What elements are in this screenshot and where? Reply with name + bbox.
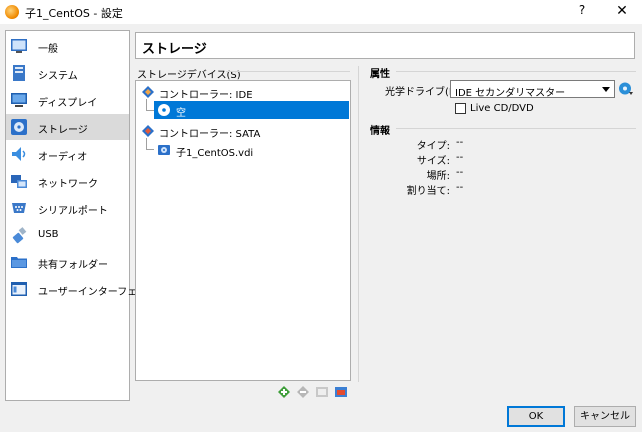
optical-drive-select[interactable]: IDE セカンダリマスター xyxy=(450,80,615,99)
hard-disk-icon xyxy=(158,145,170,155)
sidebar-item-user-interface[interactable]: ユーザーインターフェース xyxy=(6,276,157,302)
help-button[interactable]: ? xyxy=(572,3,592,21)
optical-disc-icon xyxy=(158,104,170,116)
tree-item-controller-ide[interactable]: コントローラー: IDE xyxy=(137,83,349,101)
info-size-value: -- xyxy=(456,152,464,163)
audio-icon xyxy=(12,147,26,161)
info-size-key: サイズ: xyxy=(416,156,450,167)
divider xyxy=(396,128,636,129)
add-controller-icon[interactable] xyxy=(277,385,291,399)
live-cd-checkbox[interactable] xyxy=(455,103,466,114)
tree-item-empty-optical[interactable]: 空 xyxy=(154,101,349,119)
remove-controller-icon[interactable] xyxy=(296,385,310,399)
divider xyxy=(396,71,636,72)
general-icon xyxy=(11,39,27,53)
info-location-key: 場所: xyxy=(426,171,450,182)
sidebar-item-audio[interactable]: オーディオ xyxy=(6,141,129,167)
sidebar-item-label: 一般 xyxy=(38,44,58,55)
storage-tree[interactable]: コントローラー: IDE 空 コントローラー: SATA 子1_CentOS.v… xyxy=(135,80,351,381)
info-location-value: -- xyxy=(456,167,464,178)
storage-icon xyxy=(11,119,27,135)
tree-connector xyxy=(146,149,154,150)
info-type-key: タイプ: xyxy=(416,141,450,152)
info-title: 情報 xyxy=(370,126,390,137)
divider xyxy=(226,71,350,72)
sidebar-item-display[interactable]: ディスプレイ xyxy=(6,87,129,113)
close-button[interactable]: ✕ xyxy=(612,3,632,21)
user-interface-icon xyxy=(11,282,27,296)
chevron-down-icon xyxy=(602,87,610,92)
info-type-value: -- xyxy=(456,137,464,148)
panel-divider xyxy=(358,66,359,382)
settings-sidebar: 一般 システム ディスプレイ ストレージ オーディオ ネットワーク シリアルポー… xyxy=(5,30,157,401)
tree-item-label: コントローラー: SATA xyxy=(159,129,261,140)
sidebar-item-label: ストレージ xyxy=(38,125,88,136)
sidebar-item-label: ネットワーク xyxy=(38,179,98,190)
tree-item-controller-sata[interactable]: コントローラー: SATA xyxy=(137,122,349,140)
sidebar-item-network[interactable]: ネットワーク xyxy=(6,168,129,194)
usb-icon xyxy=(12,227,27,244)
info-attached-value: -- xyxy=(456,182,464,193)
storage-devices-label: ストレージデバイス(S) xyxy=(137,70,241,81)
display-icon xyxy=(11,93,27,107)
sidebar-item-system[interactable]: システム xyxy=(6,60,129,86)
tree-connector xyxy=(146,110,154,111)
network-icon xyxy=(11,175,27,188)
choose-disk-icon[interactable] xyxy=(618,81,633,96)
serial-port-icon xyxy=(12,203,26,213)
sidebar-item-usb[interactable]: USB xyxy=(6,222,129,248)
page-header: ストレージ xyxy=(135,32,635,59)
add-attachment-icon[interactable] xyxy=(315,385,329,399)
cancel-button[interactable]: キャンセル xyxy=(574,406,636,427)
title-bar: 子1_CentOS - 設定 ? ✕ xyxy=(0,0,642,24)
remove-attachment-icon[interactable] xyxy=(334,385,348,399)
tree-item-label: コントローラー: IDE xyxy=(159,90,253,101)
system-icon xyxy=(13,65,25,81)
sata-controller-icon xyxy=(142,125,154,137)
sidebar-item-storage[interactable]: ストレージ xyxy=(6,114,129,140)
sidebar-item-label: オーディオ xyxy=(38,152,88,163)
sidebar-item-label: ディスプレイ xyxy=(38,98,98,109)
tree-item-label: 子1_CentOS.vdi xyxy=(176,148,254,159)
ok-button[interactable]: OK xyxy=(507,406,565,427)
optical-drive-value: IDE セカンダリマスター xyxy=(455,88,566,99)
ide-controller-icon xyxy=(142,86,154,98)
sidebar-item-label: システム xyxy=(38,71,78,82)
shared-folder-icon xyxy=(11,257,27,268)
sidebar-item-label: シリアルポート xyxy=(38,206,108,217)
tree-item-disk[interactable]: 子1_CentOS.vdi xyxy=(154,141,349,159)
sidebar-item-general[interactable]: 一般 xyxy=(6,33,129,59)
sidebar-item-serial-port[interactable]: シリアルポート xyxy=(6,195,129,221)
sidebar-item-label: 共有フォルダー xyxy=(38,260,108,271)
info-attached-key: 割り当て: xyxy=(406,186,450,197)
virtualbox-app-icon xyxy=(5,5,19,19)
attributes-title: 属性 xyxy=(370,69,390,80)
tree-item-label: 空 xyxy=(176,108,186,119)
live-cd-label: Live CD/DVD xyxy=(470,103,534,114)
sidebar-item-label: USB xyxy=(38,229,59,240)
page-title: ストレージ xyxy=(142,42,207,57)
window-title: 子1_CentOS - 設定 xyxy=(25,7,123,20)
sidebar-item-shared-folder[interactable]: 共有フォルダー xyxy=(6,249,129,275)
